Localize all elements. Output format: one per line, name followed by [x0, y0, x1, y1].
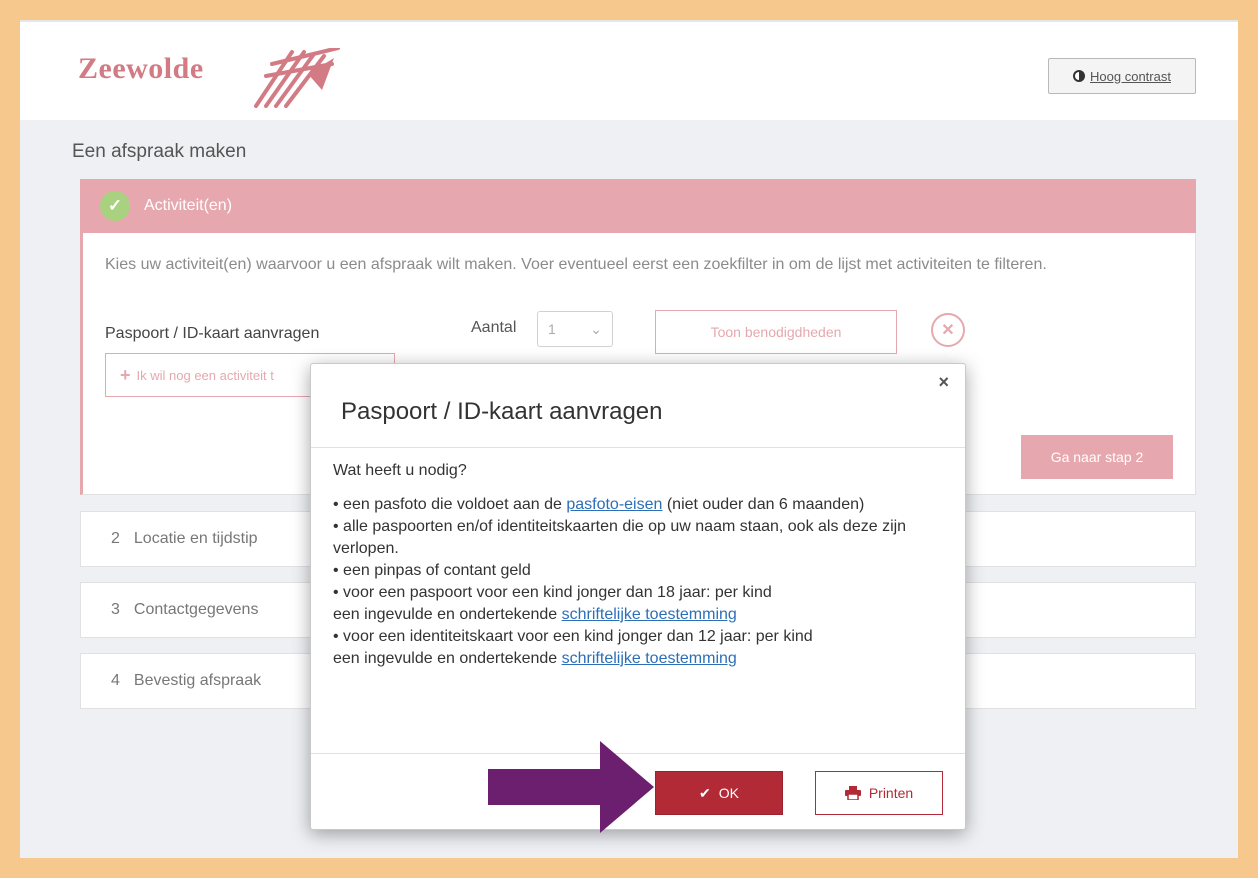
divider [311, 447, 965, 448]
requirement-text: • een pasfoto die voldoet aan de [333, 496, 567, 513]
requirement-text: • voor een identiteitskaart voor een kin… [333, 628, 813, 645]
step1-intro: Kies uw activiteit(en) waarvoor u een af… [105, 256, 1047, 273]
step-label: Locatie en tijdstip [133, 530, 258, 547]
printer-icon [844, 786, 861, 800]
print-button[interactable]: Printen [815, 771, 943, 815]
step1-title: Activiteit(en) [144, 197, 233, 214]
page-frame: Zeewolde Hoog contrast Een afspraak make… [20, 20, 1238, 858]
step-label: Contactgegevens [133, 601, 259, 618]
logo-mark-icon [254, 48, 340, 108]
aantal-label: Aantal [471, 319, 517, 336]
requirement-text: een ingevulde en ondertekende [333, 606, 562, 623]
pointer-arrow-icon [488, 741, 654, 833]
remove-activity-icon[interactable]: ✕ [931, 313, 965, 347]
ok-button[interactable]: ✔ OK [655, 771, 783, 815]
activity-label: Paspoort / ID-kaart aanvragen [105, 325, 320, 342]
step-label: Bevestig afspraak [133, 672, 262, 689]
consent-link[interactable]: schriftelijke toestemming [562, 606, 737, 623]
site-header: Zeewolde Hoog contrast [20, 20, 1238, 120]
requirement-item: • een pinpas of contant geld [333, 562, 531, 579]
requirement-item: • een pasfoto die voldoet aan de pasfoto… [333, 494, 943, 516]
consent-link[interactable]: schriftelijke toestemming [562, 650, 737, 667]
show-requirements-button[interactable]: Toon benodigdheden [655, 310, 897, 354]
step-number: 4 [111, 672, 120, 689]
aantal-value: 1 [548, 321, 556, 337]
step-number: 2 [111, 530, 120, 547]
contrast-icon [1073, 70, 1086, 82]
modal-question: Wat heeft u nodig? [333, 462, 467, 479]
modal-title: Paspoort / ID-kaart aanvragen [341, 398, 663, 425]
print-label: Printen [868, 785, 914, 801]
step1-header[interactable]: ✓ Activiteit(en) [80, 179, 1196, 233]
step-number: 3 [111, 601, 120, 618]
high-contrast-button[interactable]: Hoog contrast [1048, 58, 1196, 94]
close-icon[interactable]: × [938, 372, 949, 393]
check-icon: ✓ [100, 191, 130, 221]
requirement-item: • voor een paspoort voor een kind jonger… [333, 582, 943, 626]
requirement-item: • voor een identiteitskaart voor een kin… [333, 626, 943, 670]
modal-body: Wat heeft u nodig? • een pasfoto die vol… [333, 460, 943, 670]
ok-label: OK [718, 785, 739, 801]
high-contrast-label: Hoog contrast [1090, 68, 1171, 84]
add-activity-label: Ik wil nog een activiteit t [136, 367, 274, 383]
requirement-text: (niet ouder dan 6 maanden) [662, 496, 865, 513]
pasfoto-link[interactable]: pasfoto-eisen [566, 496, 662, 513]
requirement-text: • voor een paspoort voor een kind jonger… [333, 584, 772, 601]
requirement-text: een ingevulde en ondertekende [333, 650, 562, 667]
plus-icon: + [120, 364, 131, 385]
checkmark-icon: ✔ [699, 784, 711, 801]
requirement-item: • alle paspoorten en/of identiteitskaart… [333, 518, 907, 557]
aantal-select[interactable]: 1 ⌄ [537, 311, 613, 347]
logo-text[interactable]: Zeewolde [78, 52, 204, 86]
page-title: Een afspraak maken [72, 141, 247, 162]
next-step-button[interactable]: Ga naar stap 2 [1021, 435, 1173, 479]
chevron-down-icon: ⌄ [590, 320, 602, 337]
